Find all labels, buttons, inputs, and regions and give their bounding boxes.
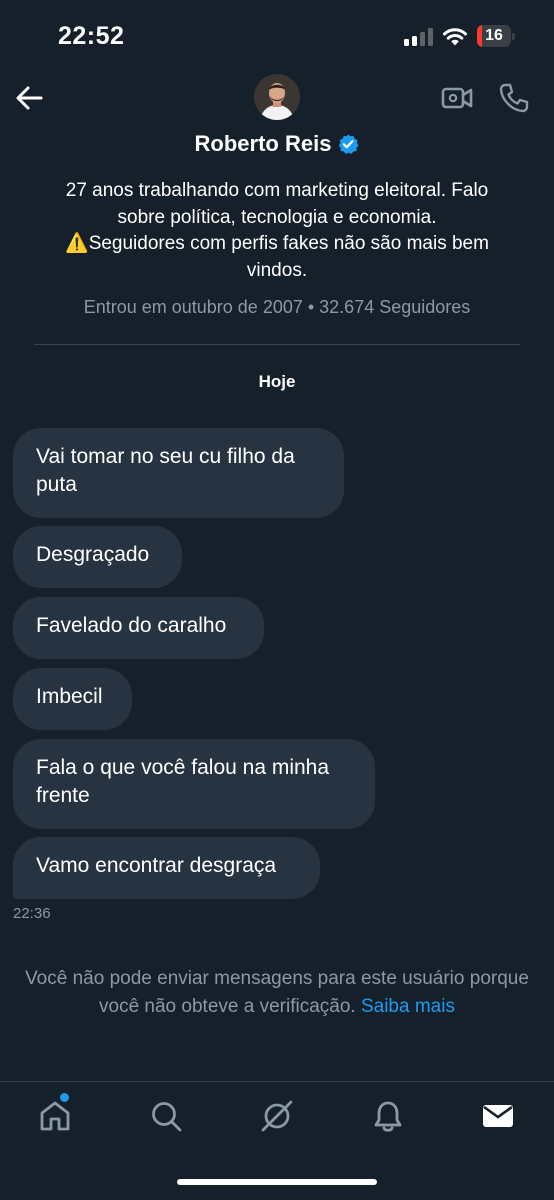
wifi-icon xyxy=(443,28,467,46)
message-bubble[interactable]: Vai tomar no seu cu filho da puta xyxy=(13,428,344,518)
home-icon[interactable] xyxy=(37,1098,73,1134)
battery-indicator: 16 xyxy=(477,25,515,47)
avatar[interactable] xyxy=(254,74,300,120)
cannot-message-notice: Você não pode enviar mensagens para este… xyxy=(20,965,534,1021)
video-call-icon[interactable] xyxy=(441,84,473,112)
message-timestamp: 22:36 xyxy=(13,905,51,922)
date-separator: Hoje xyxy=(258,372,296,391)
battery-level: 16 xyxy=(485,27,503,44)
message-bubble[interactable]: Imbecil xyxy=(13,668,132,730)
message-bubble[interactable]: Desgraçado xyxy=(13,526,182,588)
profile-name-row[interactable]: Roberto Reis xyxy=(0,131,554,157)
home-indicator xyxy=(177,1179,377,1185)
profile-name: Roberto Reis xyxy=(194,131,332,156)
search-icon[interactable] xyxy=(148,1098,184,1134)
back-arrow-icon[interactable] xyxy=(14,84,44,112)
phone-icon[interactable] xyxy=(498,82,530,114)
grok-icon[interactable] xyxy=(259,1098,295,1134)
bio-line: ⚠️Seguidores com perfis fakes não são ma… xyxy=(65,233,489,254)
message-bubble[interactable]: Vamo encontrar desgraça xyxy=(13,837,320,899)
status-bar: 22:52 16 xyxy=(0,0,554,72)
status-time: 22:52 xyxy=(58,22,125,50)
learn-more-link[interactable]: Saiba mais xyxy=(361,996,455,1017)
notification-dot xyxy=(60,1093,69,1102)
message-bubble[interactable]: Fala o que você falou na minha frente xyxy=(13,739,375,829)
message-bubble[interactable]: Favelado do caralho xyxy=(13,597,264,659)
bio-line: 27 anos trabalhando com marketing eleito… xyxy=(65,180,489,201)
divider xyxy=(34,344,520,345)
notifications-icon[interactable] xyxy=(370,1098,406,1134)
profile-bio: 27 anos trabalhando com marketing eleito… xyxy=(30,178,524,284)
bottom-nav-divider xyxy=(0,1081,554,1082)
profile-joined-info: Entrou em outubro de 2007 • 32.674 Segui… xyxy=(83,297,471,317)
bio-line: vindos. xyxy=(246,259,308,281)
messages-icon[interactable] xyxy=(480,1098,516,1134)
cellular-signal-icon xyxy=(404,28,434,46)
bio-line: sobre política, tecnologia e economia. xyxy=(117,206,437,228)
verified-badge-icon xyxy=(339,134,359,154)
